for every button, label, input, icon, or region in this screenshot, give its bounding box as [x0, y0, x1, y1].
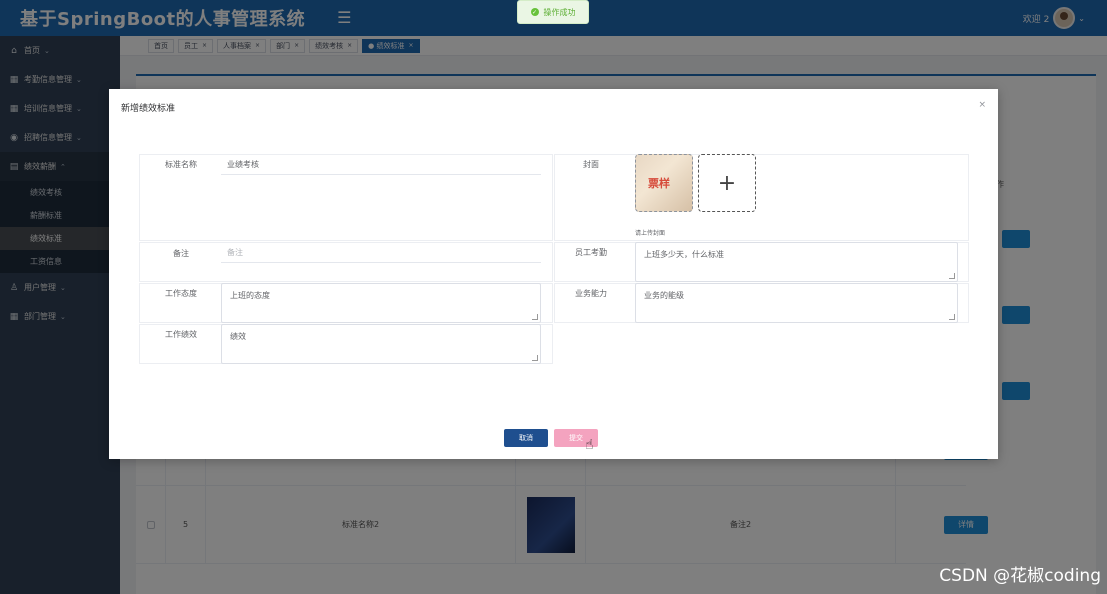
cancel-button[interactable]: 取消 [504, 429, 548, 447]
check-icon: ✓ [530, 8, 539, 16]
ability-label: 业务能力 [575, 289, 607, 298]
ability-textarea[interactable]: 业务的能级 [635, 283, 958, 323]
attitude-textarea[interactable]: 上班的态度 [221, 283, 541, 323]
remark-label: 备注 [173, 249, 189, 258]
name-input[interactable]: 业绩考核 [221, 155, 541, 175]
performance-label: 工作绩效 [165, 330, 197, 339]
pointer-cursor-icon: ☝ [585, 437, 594, 453]
name-label: 标准名称 [165, 160, 197, 169]
attendance-label: 员工考勤 [575, 248, 607, 257]
success-toast: ✓ 操作成功 [517, 0, 589, 24]
upload-button[interactable]: + [698, 154, 756, 212]
performance-textarea[interactable]: 绩效 [221, 324, 541, 364]
cover-label: 封面 [583, 160, 599, 169]
cover-stamp-text: 票样 [648, 177, 670, 190]
close-icon[interactable]: × [978, 100, 986, 110]
dialog-title: 新增绩效标准 [121, 104, 176, 114]
toast-text: 操作成功 [543, 7, 576, 17]
cover-preview[interactable]: 票样 [635, 154, 693, 212]
attitude-label: 工作态度 [165, 289, 197, 298]
watermark: CSDN @花椒coding [939, 566, 1101, 586]
remark-input[interactable]: 备注 [221, 243, 541, 263]
attendance-textarea[interactable]: 上班多少天，什么标准 [635, 242, 958, 282]
upload-tip: 请上传封面 [635, 230, 666, 237]
plus-icon: + [717, 170, 737, 196]
add-performance-standard-dialog: 新增绩效标准 × 标准名称 业绩考核 封面 票样 + 请上传封面 备注 备注 员… [109, 89, 998, 459]
